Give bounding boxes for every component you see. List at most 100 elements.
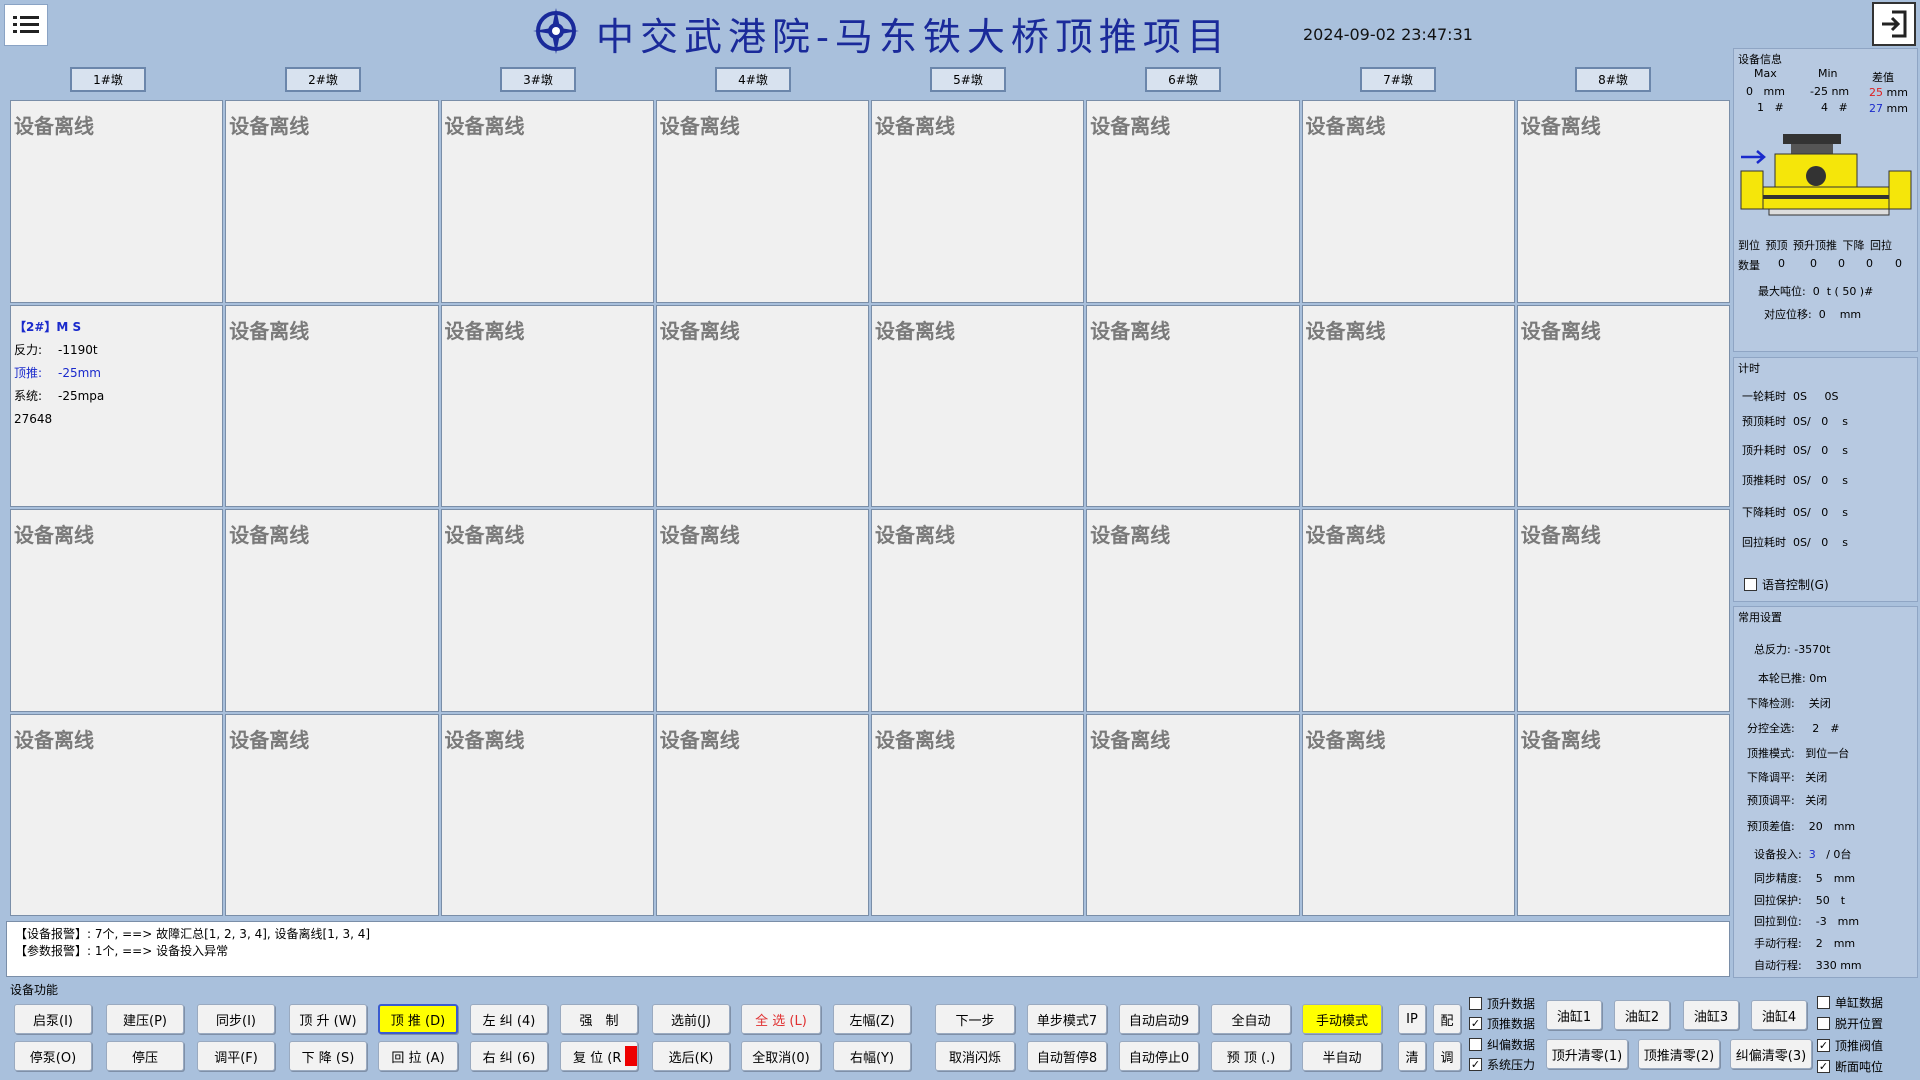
device-cell[interactable]: 设备离线 <box>1516 100 1730 303</box>
build-pressure-button[interactable]: 建压(P) <box>106 1004 184 1034</box>
device-cell[interactable]: 设备离线 <box>1516 304 1730 507</box>
pier-header-8[interactable]: 8#墩 <box>1575 67 1651 92</box>
device-cell[interactable]: 设备离线 <box>871 100 1085 303</box>
cylinder-2-button[interactable]: 油缸2 <box>1614 1000 1670 1030</box>
offline-label: 设备离线 <box>1520 318 1601 343</box>
pier-header-5[interactable]: 5#墩 <box>930 67 1006 92</box>
lower-button[interactable]: 下 降 (S) <box>289 1041 367 1071</box>
pier-header-2[interactable]: 2#墩 <box>285 67 361 92</box>
single-step-button[interactable]: 单步模式7 <box>1027 1004 1107 1034</box>
device-cell[interactable]: 设备离线 <box>655 304 869 507</box>
stop-pressure-button[interactable]: 停压 <box>106 1041 184 1071</box>
full-auto-button[interactable]: 全自动 <box>1211 1004 1291 1034</box>
auto-stop-button[interactable]: 自动停止0 <box>1119 1041 1199 1071</box>
lift-button[interactable]: 顶 升 (W) <box>289 1004 367 1034</box>
menu-button[interactable] <box>4 4 48 46</box>
start-pump-button[interactable]: 启泵(I) <box>14 1004 92 1034</box>
device-cell[interactable]: 设备离线 <box>1301 100 1515 303</box>
device-cell[interactable]: 设备离线 <box>440 100 654 303</box>
lift-zero-button[interactable]: 顶升清零(1) <box>1546 1039 1628 1069</box>
pier-header-4[interactable]: 4#墩 <box>715 67 791 92</box>
force-button[interactable]: 强 制 <box>560 1004 638 1034</box>
device-cell[interactable]: 设备离线 <box>1301 713 1515 916</box>
setting-value: 330 mm <box>1815 959 1862 972</box>
device-cell[interactable]: 设备离线 <box>225 509 439 712</box>
select-all-button[interactable]: 全 选 (L) <box>741 1004 821 1034</box>
device-cell[interactable]: 设备离线 <box>871 509 1085 712</box>
device-cell[interactable]: 设备离线 <box>1086 100 1300 303</box>
sync-button[interactable]: 同步(I) <box>197 1004 275 1034</box>
device-cell[interactable]: 设备离线 <box>1516 713 1730 916</box>
device-cell[interactable]: 设备离线 <box>10 713 224 916</box>
device-cell[interactable]: 设备离线 <box>1301 509 1515 712</box>
pull-back-button[interactable]: 回 拉 (A) <box>378 1041 458 1071</box>
device-cell[interactable]: 设备离线 <box>440 713 654 916</box>
pier-header-3[interactable]: 3#墩 <box>500 67 576 92</box>
device-cell[interactable]: 设备离线 <box>655 509 869 712</box>
cutoff-tonnage-checkbox[interactable]: ✓ 断面吨位 <box>1817 1058 1883 1075</box>
correct-data-checkbox[interactable]: 纠偏数据 <box>1469 1036 1535 1053</box>
pre-lift-button[interactable]: 预 顶 (.) <box>1211 1041 1291 1071</box>
cancel-flash-button[interactable]: 取消闪烁 <box>935 1041 1015 1071</box>
select-front-button[interactable]: 选前(J) <box>652 1004 730 1034</box>
device-cell-2[interactable]: 【2#】M S 反力: -1190t 顶推: -25mm 系统: -25mpa 276… <box>10 304 224 507</box>
right-correct-button[interactable]: 右 纠 (6) <box>470 1041 548 1071</box>
cylinder-1-button[interactable]: 油缸1 <box>1546 1000 1602 1030</box>
cylinder-3-button[interactable]: 油缸3 <box>1683 1000 1739 1030</box>
device-cell[interactable]: 设备离线 <box>1086 304 1300 507</box>
manual-mode-button[interactable]: 手动模式 <box>1302 1004 1382 1034</box>
single-cylinder-checkbox[interactable]: 单缸数据 <box>1817 994 1883 1011</box>
device-cell[interactable]: 设备离线 <box>655 100 869 303</box>
push-button[interactable]: 顶 推 (D) <box>378 1004 458 1034</box>
lift-data-checkbox[interactable]: 顶升数据 <box>1469 995 1535 1012</box>
system-pressure-checkbox[interactable]: ✓ 系统压力 <box>1469 1056 1535 1073</box>
auto-start-button[interactable]: 自动启动9 <box>1119 1004 1199 1034</box>
adjust-button[interactable]: 调 <box>1433 1041 1461 1071</box>
device-cell[interactable]: 设备离线 <box>225 100 439 303</box>
push-threshold-checkbox[interactable]: ✓ 顶推阀值 <box>1817 1037 1883 1054</box>
semi-auto-button[interactable]: 半自动 <box>1302 1041 1382 1071</box>
device-cell[interactable]: 设备离线 <box>1086 509 1300 712</box>
device-cell[interactable]: 设备离线 <box>10 100 224 303</box>
device-cell[interactable]: 设备离线 <box>1516 509 1730 712</box>
pier-header-1[interactable]: 1#墩 <box>70 67 146 92</box>
stop-pump-button[interactable]: 停泵(O) <box>14 1041 92 1071</box>
correct-zero-button[interactable]: 纠偏清零(3) <box>1730 1039 1812 1069</box>
device-cell[interactable]: 设备离线 <box>440 509 654 712</box>
device-cell[interactable]: 设备离线 <box>871 713 1085 916</box>
push-data-checkbox[interactable]: ✓ 顶推数据 <box>1469 1015 1535 1032</box>
left-swing-button[interactable]: 左幅(Z) <box>833 1004 911 1034</box>
select-back-button[interactable]: 选后(K) <box>652 1041 730 1071</box>
device-cell[interactable]: 设备离线 <box>1086 713 1300 916</box>
config-button[interactable]: 配 <box>1433 1004 1461 1034</box>
reset-button[interactable]: 复 位 (R <box>560 1041 638 1071</box>
cylinder-4-button[interactable]: 油缸4 <box>1751 1000 1807 1030</box>
detach-position-checkbox[interactable]: 脱开位置 <box>1817 1015 1883 1032</box>
timing-label: 回拉耗时 <box>1742 536 1786 549</box>
exit-button[interactable] <box>1872 2 1916 46</box>
status-arrived: 到位 <box>1738 239 1760 252</box>
auto-pause-button[interactable]: 自动暂停8 <box>1027 1041 1107 1071</box>
next-step-button[interactable]: 下一步 <box>935 1004 1015 1034</box>
device-cell[interactable]: 设备离线 <box>1301 304 1515 507</box>
deselect-all-button[interactable]: 全取消(0) <box>741 1041 821 1071</box>
timing-value: 0 <box>1821 536 1829 549</box>
left-correct-button[interactable]: 左 纠 (4) <box>470 1004 548 1034</box>
clear-button[interactable]: 清 <box>1398 1041 1426 1071</box>
device-cell[interactable]: 设备离线 <box>440 304 654 507</box>
device-cell[interactable]: 设备离线 <box>655 713 869 916</box>
timing-unit: s <box>1842 474 1848 487</box>
ip-button[interactable]: IP <box>1398 1004 1426 1034</box>
pier-header-6[interactable]: 6#墩 <box>1145 67 1221 92</box>
pier-header-7[interactable]: 7#墩 <box>1360 67 1436 92</box>
reset-label: 复 位 (R <box>573 1050 622 1066</box>
device-cell[interactable]: 设备离线 <box>225 713 439 916</box>
device-cell[interactable]: 设备离线 <box>871 304 1085 507</box>
device-cell[interactable]: 设备离线 <box>225 304 439 507</box>
setting-label: 同步精度: <box>1754 872 1802 885</box>
push-zero-button[interactable]: 顶推清零(2) <box>1638 1039 1720 1069</box>
right-swing-button[interactable]: 右幅(Y) <box>833 1041 911 1071</box>
device-cell[interactable]: 设备离线 <box>10 509 224 712</box>
level-button[interactable]: 调平(F) <box>197 1041 275 1071</box>
voice-control-checkbox[interactable]: 语音控制(G) <box>1744 576 1829 593</box>
